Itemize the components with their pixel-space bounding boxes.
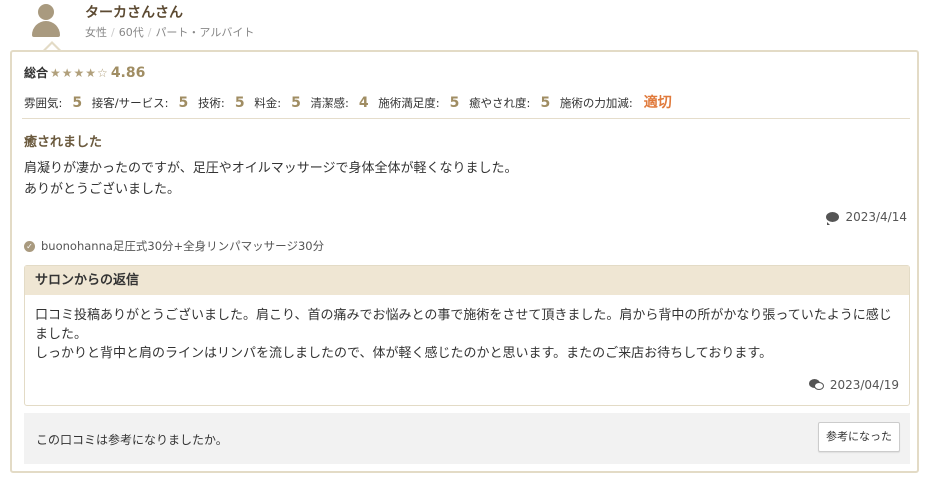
review-body-line: ありがとうございました。 [24,182,181,197]
rating-value-satisfaction: 5 [449,95,460,111]
reply-body-line: 口コミ投稿ありがとうございました。肩こり、首の痛みでお悩みとの事で施術をさせて頂… [35,308,892,342]
review-title: 癒されました [24,135,103,150]
reply-body-line: しっかりと背中と肩のラインはリンパを流しましたので、体が軽く感じたのかと思います… [35,346,773,361]
reviewer-gender: 女性 [85,26,107,39]
helpful-button[interactable]: 参考になった [818,422,900,452]
helpful-question: この口コミは参考になりましたか。 [36,433,228,447]
review-body: 肩凝りが凄かったのですが、足圧やオイルマッサージで身体全体が軽くなりました。 あ… [24,158,517,200]
reply-body: 口コミ投稿ありがとうございました。肩こり、首の痛みでお悩みとの事で施術をさせて頂… [35,306,895,363]
rating-label-cleanliness: 清潔感: [310,96,349,110]
reviewer-age: 60代 [118,26,144,39]
overall-label: 総合 [24,66,49,80]
rating-value-atmosphere: 5 [72,95,83,111]
service-menu-text: buonohanna足圧式30分+全身リンパマッサージ30分 [41,239,325,253]
rating-label-technique: 技術: [197,96,225,110]
review-body-line: 肩凝りが凄かったのですが、足圧やオイルマッサージで身体全体が軽くなりました。 [24,161,518,176]
rating-value-relaxation: 5 [540,95,551,111]
divider [22,118,910,119]
rating-breakdown: 雰囲気: 5 接客/サービス: 5 技術: 5 料金: 5 清潔感: 4 施術満足度: 5 … [24,92,678,112]
reviewer-meta: 女性/60代 / パート・アルバイト [85,26,255,39]
rating-label-pressure: 施術の力加減: [559,96,633,110]
rating-value-service: 5 [178,95,189,111]
overall-score: 4.86 [110,64,146,81]
rating-label-atmosphere: 雰囲気: [24,96,63,110]
review-card: 総合 ★★★★☆ 4.86 雰囲気: 5 接客/サービス: 5 技術: 5 料金: 5 … [10,50,919,473]
comment-icon [826,212,840,225]
rating-value-technique: 5 [234,95,245,111]
rating-label-relaxation: 癒やされ度: [469,96,531,110]
helpful-section: この口コミは参考になりましたか。 参考になった [24,413,910,464]
review-date: 2023/4/14 [826,210,907,225]
check-circle-icon: ✓ [24,240,35,252]
review-date-text: 2023/4/14 [845,210,907,224]
salon-reply: サロンからの返信 口コミ投稿ありがとうございました。肩こり、首の痛みでお悩みとの… [24,265,910,406]
comments-icon [808,379,825,391]
reviewer-name: ターカさんさん [85,5,183,21]
rating-label-price: 料金: [254,96,282,110]
rating-value-cleanliness: 4 [358,95,369,111]
card-pointer-inner [46,44,58,50]
reply-date: 2023/04/19 [808,378,899,392]
reply-heading: サロンからの返信 [25,266,909,295]
star-icon: ★★★★☆ [50,65,109,80]
service-menu: ✓ buonohanna足圧式30分+全身リンパマッサージ30分 [24,238,324,254]
overall-rating: 総合 ★★★★☆ 4.86 [24,64,145,81]
reviewer-occupation: パート・アルバイト [155,26,255,39]
rating-value-pressure: 適切 [643,95,672,111]
rating-label-satisfaction: 施術満足度: [378,96,440,110]
rating-label-service: 接客/サービス: [91,96,169,110]
user-avatar-icon [30,4,62,38]
rating-value-price: 5 [291,95,301,111]
reply-date-text: 2023/04/19 [829,378,899,392]
